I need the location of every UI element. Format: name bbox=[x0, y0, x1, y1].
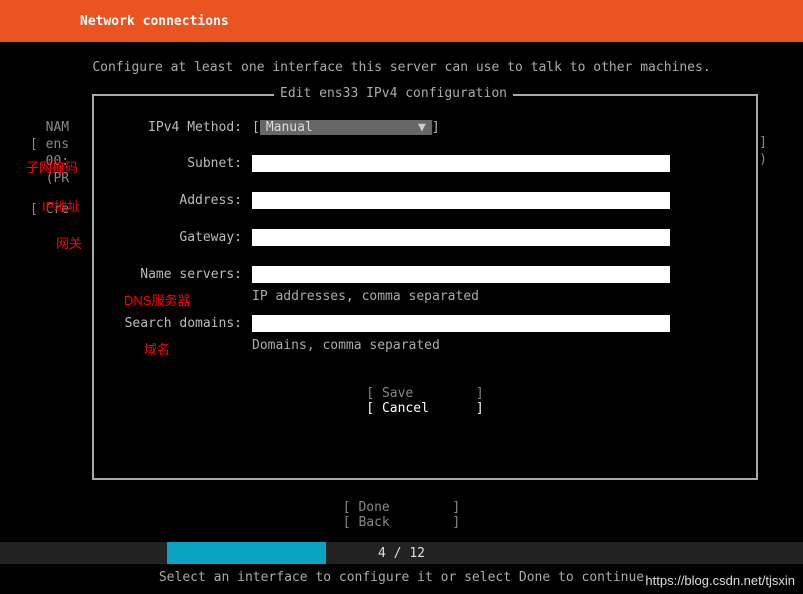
method-value: Manual bbox=[266, 120, 313, 135]
nameservers-input[interactable] bbox=[252, 266, 670, 283]
watermark: https://blog.csdn.net/tjsxin bbox=[645, 573, 795, 588]
header: Network connections bbox=[0, 0, 803, 42]
subtitle: Configure at least one interface this se… bbox=[0, 60, 803, 75]
back-button[interactable]: [ Back ] bbox=[0, 515, 803, 530]
method-dropdown[interactable]: Manual ▼ bbox=[260, 120, 432, 135]
address-input[interactable] bbox=[252, 192, 670, 209]
subnet-input[interactable] bbox=[252, 155, 670, 172]
dialog-title: Edit ens33 IPv4 configuration bbox=[274, 86, 513, 101]
nameservers-label: Name servers: bbox=[114, 267, 242, 282]
annot-subnet: 子网掩码 bbox=[26, 157, 78, 176]
search-input[interactable] bbox=[252, 315, 670, 332]
address-row: IP地址 Address: bbox=[114, 192, 736, 209]
search-row: Search domains: bbox=[114, 315, 736, 332]
bg-rbr2: ) bbox=[759, 152, 767, 167]
gateway-row: 网关 Gateway: bbox=[114, 229, 736, 246]
annot-domain: 域名 bbox=[144, 342, 170, 357]
footer-buttons: [ Done ] [ Back ] bbox=[0, 500, 803, 530]
save-button[interactable]: [ Save ] bbox=[114, 386, 736, 401]
dialog: Edit ens33 IPv4 configuration IPv4 Metho… bbox=[92, 94, 758, 480]
method-label: IPv4 Method: bbox=[114, 120, 242, 135]
dialog-buttons: [ Save ] [ Cancel ] bbox=[114, 386, 736, 416]
annot-gateway: 网关 bbox=[56, 233, 82, 252]
header-title: Network connections bbox=[80, 14, 229, 29]
search-label: Search domains: bbox=[114, 316, 242, 331]
annot-address: IP地址 bbox=[42, 196, 80, 215]
chevron-down-icon: ▼ bbox=[418, 120, 426, 135]
method-row: IPv4 Method: [ Manual ▼ ] bbox=[114, 120, 736, 135]
nameservers-row: Name servers: bbox=[114, 266, 736, 283]
progress-bar: 4 / 12 bbox=[0, 542, 803, 564]
done-button[interactable]: [ Done ] bbox=[0, 500, 803, 515]
annot-dns: DNS服务器 bbox=[124, 293, 190, 308]
subnet-row: 子网掩码 Subnet: bbox=[114, 155, 736, 172]
cancel-button[interactable]: [ Cancel ] bbox=[114, 401, 736, 416]
address-label: Address: bbox=[114, 193, 242, 208]
progress-text: 4 / 12 bbox=[0, 546, 803, 561]
subnet-label: Subnet: bbox=[114, 156, 242, 171]
nameservers-hint: IP addresses, comma separated bbox=[252, 289, 736, 304]
gateway-label: Gateway: bbox=[114, 230, 242, 245]
gateway-input[interactable] bbox=[252, 229, 670, 246]
bg-rbr1: ] bbox=[759, 135, 767, 150]
search-hint: Domains, comma separated bbox=[252, 338, 736, 353]
